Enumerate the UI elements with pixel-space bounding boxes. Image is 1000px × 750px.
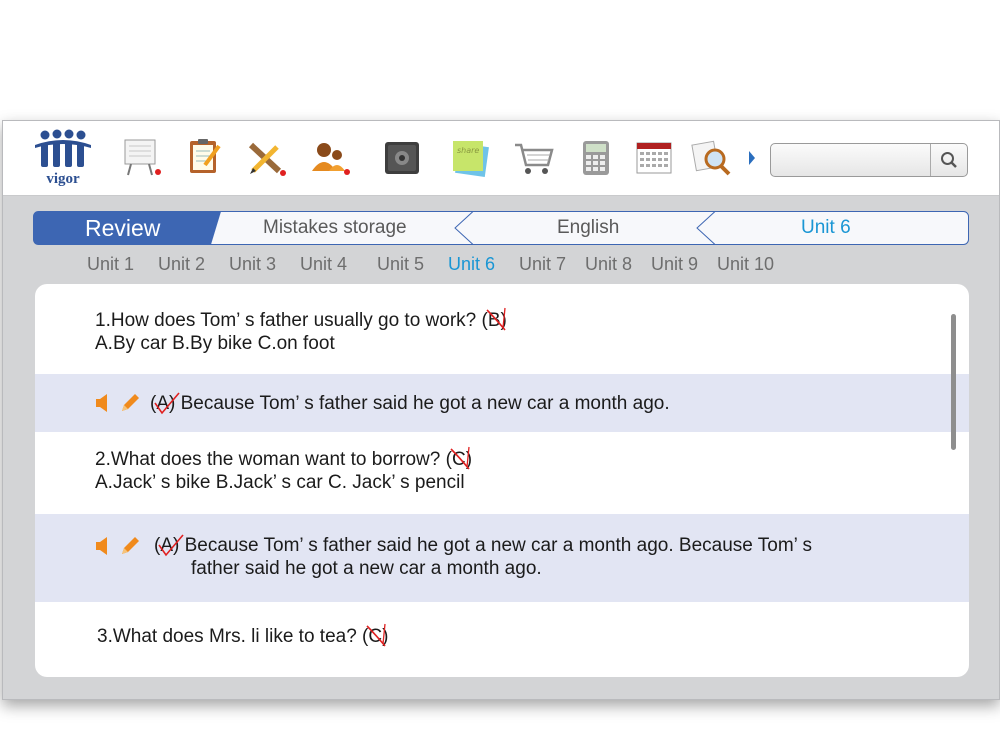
users-icon[interactable]	[309, 137, 351, 179]
explanation-text: (A) Because Tom’ s father said he got a …	[154, 534, 812, 557]
question-row: 1.How does Tom’ s father usually go to w…	[35, 284, 969, 374]
sticky-notes-icon[interactable]: share	[449, 137, 491, 179]
toolbar: vigor share	[3, 121, 999, 196]
answer-options: A.Jack’ s bike B.Jack’ s car C. Jack’ s …	[95, 472, 465, 493]
unit-tab-9[interactable]: Unit 9	[651, 254, 698, 275]
pencil-icon[interactable]	[119, 535, 141, 557]
explanation-row: (A) Because Tom’ s father said he got a …	[35, 374, 969, 432]
correct-answer-mark: A	[158, 534, 184, 557]
magnifier-documents-icon[interactable]	[691, 137, 733, 179]
search-input[interactable]	[775, 148, 929, 174]
questions-panel: 1.How does Tom’ s father usually go to w…	[35, 284, 969, 677]
explanation-text: (A) Because Tom’ s father said he got a …	[150, 392, 670, 415]
shopping-cart-icon[interactable]	[513, 137, 555, 179]
app-window: vigor share Review Mistakes storage Engl…	[2, 120, 1000, 700]
wrong-mark-icon	[450, 446, 470, 470]
scrollbar[interactable]	[951, 314, 956, 450]
question-stem: 3.What does Mrs. li like to tea? (	[97, 626, 369, 647]
explanation-body: Because Tom’ s father said he got a new …	[175, 393, 670, 414]
breadcrumb-review[interactable]: Review	[85, 211, 160, 245]
correct-answer-mark: A	[154, 392, 180, 415]
answer-options: A.By car B.By bike C.on foot	[95, 333, 335, 354]
breadcrumb-unit[interactable]: Unit 6	[801, 211, 851, 245]
calculator-icon[interactable]	[575, 137, 617, 179]
check-mark-icon	[158, 534, 184, 557]
student-answer-mark: B	[486, 307, 506, 332]
unit-tab-10[interactable]: Unit 10	[717, 254, 774, 275]
wrong-mark-icon	[486, 307, 506, 331]
unit-tab-3[interactable]: Unit 3	[229, 254, 276, 275]
student-answer-mark: C	[450, 446, 470, 471]
search-button[interactable]	[930, 144, 967, 176]
presentation-icon[interactable]	[121, 137, 163, 179]
question-row: 2.What does the woman want to borrow? (C…	[35, 432, 969, 514]
breadcrumb-mistakes-storage[interactable]: Mistakes storage	[263, 211, 407, 245]
vigor-logo[interactable]: vigor	[33, 129, 97, 189]
question-stem: 2.What does the woman want to borrow? (	[95, 449, 452, 470]
logo-text: vigor	[46, 171, 80, 187]
speaker-icon[interactable]	[95, 393, 109, 413]
toolbar-next-arrow-icon[interactable]	[747, 149, 757, 167]
safe-icon[interactable]	[381, 137, 423, 179]
student-answer-mark: C	[366, 623, 387, 648]
check-mark-icon	[154, 392, 180, 415]
wrong-mark-icon	[366, 623, 387, 647]
notepad-icon[interactable]	[183, 137, 225, 179]
pencil-ruler-icon[interactable]	[245, 137, 287, 179]
unit-tab-6[interactable]: Unit 6	[448, 254, 495, 275]
unit-tab-7[interactable]: Unit 7	[519, 254, 566, 275]
question-row: 3.What does Mrs. li like to tea? (C)	[35, 602, 969, 677]
speaker-icon[interactable]	[95, 536, 109, 556]
explanation-tools	[95, 393, 143, 417]
search-icon	[941, 152, 957, 168]
unit-tab-5[interactable]: Unit 5	[377, 254, 424, 275]
search-box	[770, 143, 968, 177]
breadcrumb-english[interactable]: English	[557, 211, 619, 245]
explanation-tools	[95, 536, 143, 560]
question-stem: 1.How does Tom’ s father usually go to w…	[95, 310, 488, 331]
explanation-row: (A) Because Tom’ s father said he got a …	[35, 514, 969, 602]
share-label: share	[457, 146, 479, 155]
pencil-icon[interactable]	[119, 392, 141, 414]
breadcrumb: Review Mistakes storage English Unit 6	[33, 211, 969, 245]
question-text: 2.What does the woman want to borrow? (C…	[95, 446, 472, 471]
unit-tab-1[interactable]: Unit 1	[87, 254, 134, 275]
calendar-icon[interactable]	[633, 137, 675, 179]
question-text: 1.How does Tom’ s father usually go to w…	[95, 307, 507, 332]
explanation-text-line2: father said he got a new car a month ago…	[191, 558, 542, 579]
unit-tab-2[interactable]: Unit 2	[158, 254, 205, 275]
explanation-body: Because Tom’ s father said he got a new …	[179, 535, 812, 556]
question-text: 3.What does Mrs. li like to tea? (C)	[97, 623, 388, 648]
unit-tab-8[interactable]: Unit 8	[585, 254, 632, 275]
unit-tab-4[interactable]: Unit 4	[300, 254, 347, 275]
